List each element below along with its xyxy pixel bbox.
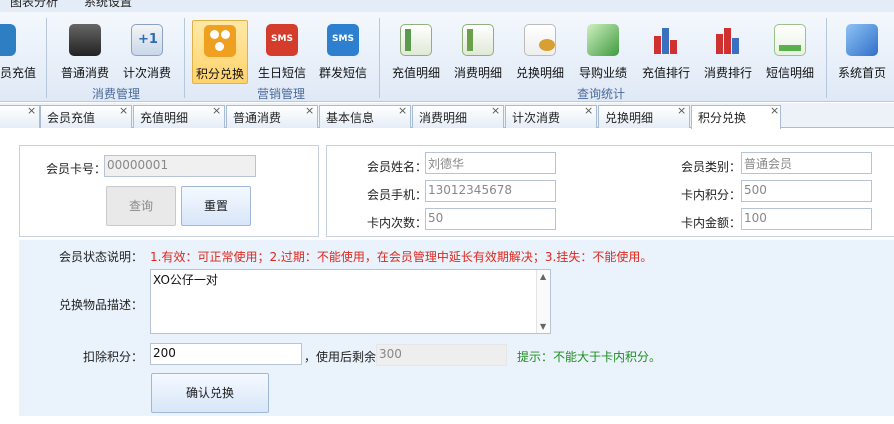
member-type-field[interactable]: 普通会员 [741, 152, 872, 174]
member-phone-label: 会员手机： [367, 188, 428, 202]
ribbon-recharge-rank-button[interactable]: 充值排行 [636, 20, 696, 84]
ribbon-points-exchange-button[interactable]: 积分兑换 [192, 20, 248, 84]
recharge-detail-icon [400, 24, 432, 56]
ribbon-recharge-detail-button[interactable]: 充值明细 [386, 20, 446, 84]
card-points-label: 卡内积分： [681, 188, 742, 202]
tab-recharge-detail[interactable]: 充值明细 × [133, 104, 225, 128]
status-desc-text: 1.有效：可正常使用；2.过期：不能使用，在会员管理中延长有效期解决；3.挂失：… [150, 250, 653, 264]
card-number-label: 会员卡号： [46, 162, 107, 176]
remain-points-field: 300 [376, 344, 507, 366]
member-name-label: 会员姓名： [367, 160, 428, 174]
tab-close-icon[interactable]: × [27, 104, 36, 117]
coins-icon [524, 24, 556, 56]
counter-icon: +1 [131, 24, 163, 56]
deduct-points-input[interactable]: 200 [150, 343, 302, 365]
tab-cropped[interactable]: × [0, 104, 40, 128]
ribbon-toolbar: 员充值 普通消费 +1 计次消费 消费管理 积分兑换 SMS 生日短信 SMS … [0, 12, 894, 102]
sms-icon: SMS [266, 24, 298, 56]
tab-close-icon[interactable]: × [677, 104, 686, 117]
sms-broadcast-icon: SMS [327, 24, 359, 56]
textarea-scrollbar[interactable]: ▲ ▼ [536, 270, 550, 333]
tab-close-icon[interactable]: × [305, 104, 314, 117]
card-count-label: 卡内次数： [367, 216, 428, 230]
item-desc-label: 兑换物品描述： [59, 298, 144, 312]
item-desc-textarea[interactable]: XO公仔一对 ▲ ▼ [150, 269, 551, 334]
card-amount-label: 卡内金额： [681, 216, 742, 230]
member-phone-field[interactable]: 13012345678 [425, 180, 556, 202]
deduct-points-label: 扣除积分： [83, 350, 144, 364]
ribbon-group-sms-button[interactable]: SMS 群发短信 [314, 20, 372, 84]
tab-close-icon[interactable]: × [770, 104, 779, 117]
card-amount-field[interactable]: 100 [741, 208, 872, 230]
card-number-input[interactable]: 00000001 [104, 155, 256, 177]
card-points-field[interactable]: 500 [741, 180, 872, 202]
tab-close-icon[interactable]: × [491, 104, 500, 117]
ribbon-separator [379, 18, 380, 98]
ribbon-birthday-sms-button[interactable]: SMS 生日短信 [254, 20, 310, 84]
consume-detail-icon [462, 24, 494, 56]
group-label-marketing: 营销管理 [257, 87, 306, 101]
card-count-field[interactable]: 50 [425, 208, 556, 230]
bar-chart-icon [712, 24, 744, 56]
tab-bar: × 会员充值 × 充值明细 × 普通消费 × 基本信息 × 消费明细 × 计次消… [0, 103, 894, 129]
status-desc-label: 会员状态说明： [59, 250, 144, 264]
tab-points-exchange[interactable]: 积分兑换 × [691, 104, 781, 129]
ribbon-guide-performance-button[interactable]: 导购业绩 [573, 20, 633, 84]
ribbon-home-button[interactable]: 系统首页 [832, 20, 892, 84]
top-menu-bar: 图表分析 系统设置 [0, 0, 894, 12]
message-list-icon [774, 24, 806, 56]
scroll-up-icon[interactable]: ▲ [540, 272, 546, 281]
tab-count-consume[interactable]: 计次消费 × [505, 104, 597, 128]
member-type-label: 会员类别： [681, 160, 742, 174]
query-button[interactable]: 查询 [106, 186, 176, 226]
points-hint: 提示：不能大于卡内积分。 [517, 350, 662, 364]
ribbon-normal-consume-button[interactable]: 普通消费 [56, 20, 114, 84]
tab-member-recharge[interactable]: 会员充值 × [40, 104, 132, 128]
card-query-panel: 会员卡号： 00000001 查询 重置 [19, 145, 319, 237]
tab-close-icon[interactable]: × [119, 104, 128, 117]
group-label-consume: 消费管理 [92, 87, 141, 101]
member-name-field[interactable]: 刘德华 [425, 152, 556, 174]
menu-item-system-settings[interactable]: 系统设置 [84, 0, 132, 10]
tab-basic-info[interactable]: 基本信息 × [319, 104, 411, 128]
remain-points-label: ，使用后剩余 [304, 350, 377, 364]
confirm-exchange-button[interactable]: 确认兑换 [151, 373, 269, 413]
ribbon-member-recharge-button[interactable]: 员充值 [0, 20, 38, 84]
ribbon-separator [826, 18, 827, 98]
ribbon-sms-detail-button[interactable]: 短信明细 [760, 20, 820, 84]
tab-close-icon[interactable]: × [212, 104, 221, 117]
points-exchange-icon [204, 25, 236, 57]
group-label-stats: 查询统计 [577, 87, 626, 101]
ribbon-count-consume-button[interactable]: +1 计次消费 [118, 20, 176, 84]
tab-close-icon[interactable]: × [398, 104, 407, 117]
tab-exchange-detail[interactable]: 兑换明细 × [598, 104, 690, 128]
cash-register-icon [69, 24, 101, 56]
member-info-panel: 会员姓名： 刘德华 会员手机： 13012345678 卡内次数： 50 会员类… [326, 145, 894, 237]
growth-chart-icon [587, 24, 619, 56]
menu-item-chart-analysis[interactable]: 图表分析 [10, 0, 58, 10]
tab-normal-consume[interactable]: 普通消费 × [226, 104, 318, 128]
scroll-down-icon[interactable]: ▼ [540, 322, 546, 331]
app-window: 图表分析 系统设置 员充值 普通消费 +1 计次消费 消费管理 积分兑换 SMS… [0, 0, 894, 424]
bar-chart-icon [650, 24, 682, 56]
tab-consume-detail[interactable]: 消费明细 × [412, 104, 504, 128]
ribbon-separator [46, 18, 47, 98]
exchange-form: 会员状态说明： 1.有效：可正常使用；2.过期：不能使用，在会员管理中延长有效期… [19, 240, 894, 416]
drop-icon [0, 24, 16, 56]
home-compass-icon [846, 24, 878, 56]
ribbon-consume-rank-button[interactable]: 消费排行 [698, 20, 758, 84]
ribbon-consume-detail-button[interactable]: 消费明细 [448, 20, 508, 84]
ribbon-exchange-detail-button[interactable]: 兑换明细 [510, 20, 570, 84]
tab-close-icon[interactable]: × [584, 104, 593, 117]
ribbon-separator [184, 18, 185, 98]
reset-button[interactable]: 重置 [181, 186, 251, 226]
